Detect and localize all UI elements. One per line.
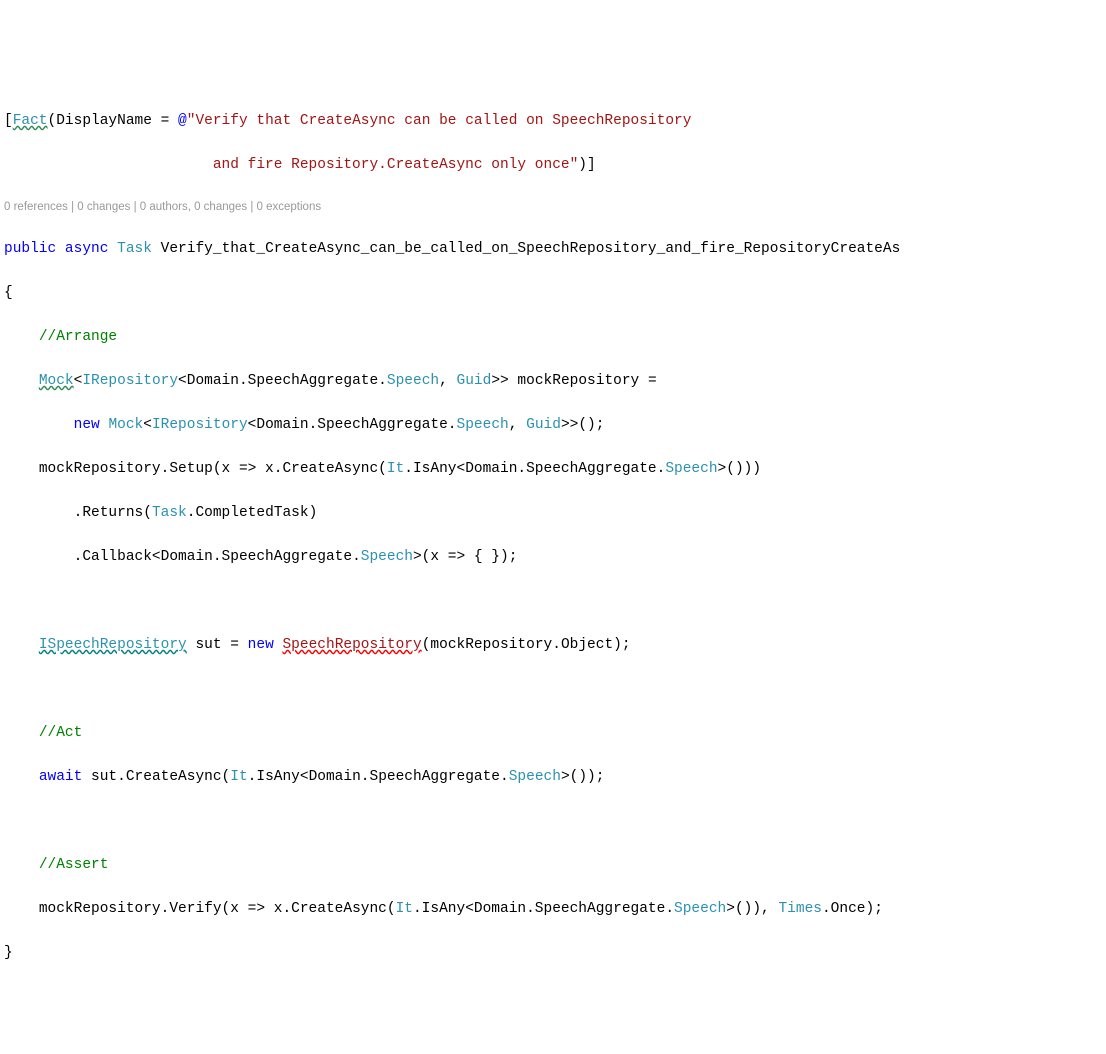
code-line: { [0, 282, 1106, 304]
comment-arrange: //Arrange [39, 329, 117, 345]
code-line [0, 810, 1106, 832]
code-line: mockRepository.Setup(x => x.CreateAsync(… [0, 458, 1106, 480]
comment-assert: //Assert [39, 857, 109, 873]
code-line: Mock<IRepository<Domain.SpeechAggregate.… [0, 370, 1106, 392]
string-prefix: @"Verify that CreateAsync can be called … [178, 113, 700, 129]
code-line: await sut.CreateAsync(It.IsAny<Domain.Sp… [0, 766, 1106, 788]
code-line: [Fact(DisplayName = @"Verify that Create… [0, 110, 1106, 132]
code-line: } [0, 942, 1106, 964]
code-line: public async Task Verify_that_CreateAsyn… [0, 238, 1106, 260]
code-line: //Act [0, 722, 1106, 744]
comment-act: //Act [39, 725, 83, 741]
code-line: //Arrange [0, 326, 1106, 348]
code-line: and fire Repository.CreateAsync only onc… [0, 154, 1106, 176]
codelens-bar[interactable]: 0 references | 0 changes | 0 authors, 0 … [0, 198, 1106, 216]
code-line [0, 678, 1106, 700]
code-line: .Callback<Domain.SpeechAggregate.Speech>… [0, 546, 1106, 568]
attr-fact: Fact [13, 113, 48, 129]
speechrepository-type: SpeechRepository [282, 637, 421, 653]
ispeechrepository-type: ISpeechRepository [39, 637, 187, 653]
code-line: ISpeechRepository sut = new SpeechReposi… [0, 634, 1106, 656]
code-line: mockRepository.Verify(x => x.CreateAsync… [0, 898, 1106, 920]
code-line: new Mock<IRepository<Domain.SpeechAggreg… [0, 414, 1106, 436]
code-line [0, 590, 1106, 612]
code-line: //Assert [0, 854, 1106, 876]
code-editor[interactable]: [Fact(DisplayName = @"Verify that Create… [0, 88, 1106, 986]
code-line: .Returns(Task.CompletedTask) [0, 502, 1106, 524]
